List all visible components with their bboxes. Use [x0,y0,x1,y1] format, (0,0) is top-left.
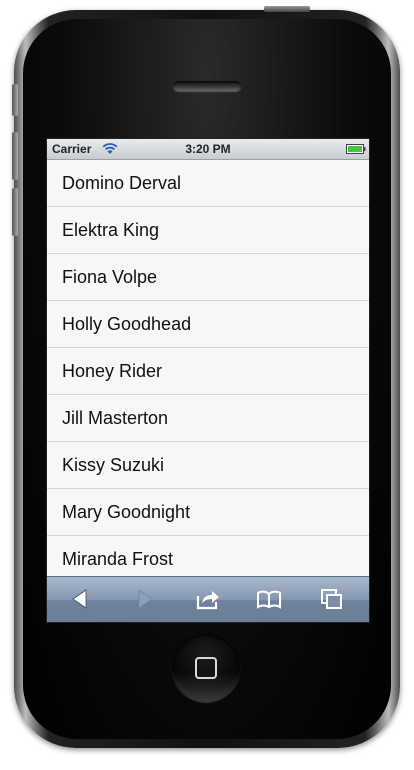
status-time: 3:20 PM [185,142,231,156]
list-item[interactable]: Honey Rider [47,348,369,395]
forward-arrow-icon [138,589,153,609]
home-square-icon [195,657,217,679]
screen: Carrier 3:20 PM Domino Derval Elektra Ki… [46,138,370,623]
back-arrow-icon [72,589,87,609]
volume-down-button[interactable] [12,188,18,236]
list-item[interactable]: Elektra King [47,207,369,254]
pages-icon [321,589,342,609]
list-item[interactable]: Kissy Suzuki [47,442,369,489]
bookmarks-icon [257,590,281,609]
status-bar: Carrier 3:20 PM [47,139,369,160]
pages-button[interactable] [319,587,345,611]
sleep-button[interactable] [264,6,310,12]
back-button[interactable] [67,587,93,611]
share-icon [196,591,219,610]
safari-toolbar [47,576,369,622]
forward-button[interactable] [132,587,158,611]
volume-up-button[interactable] [12,132,18,180]
list-item[interactable]: Fiona Volpe [47,254,369,301]
home-button[interactable] [172,634,240,702]
ring-silent-switch[interactable] [12,84,18,116]
bookmarks-button[interactable] [256,587,282,611]
share-button[interactable] [195,587,221,611]
list-item[interactable]: Domino Derval [47,160,369,207]
list-item[interactable]: Mary Goodnight [47,489,369,536]
earpiece-speaker [173,81,241,91]
name-list: Domino Derval Elektra King Fiona Volpe H… [47,160,369,583]
battery-full-icon [346,144,366,154]
list-item[interactable]: Holly Goodhead [47,301,369,348]
list-item[interactable]: Jill Masterton [47,395,369,442]
